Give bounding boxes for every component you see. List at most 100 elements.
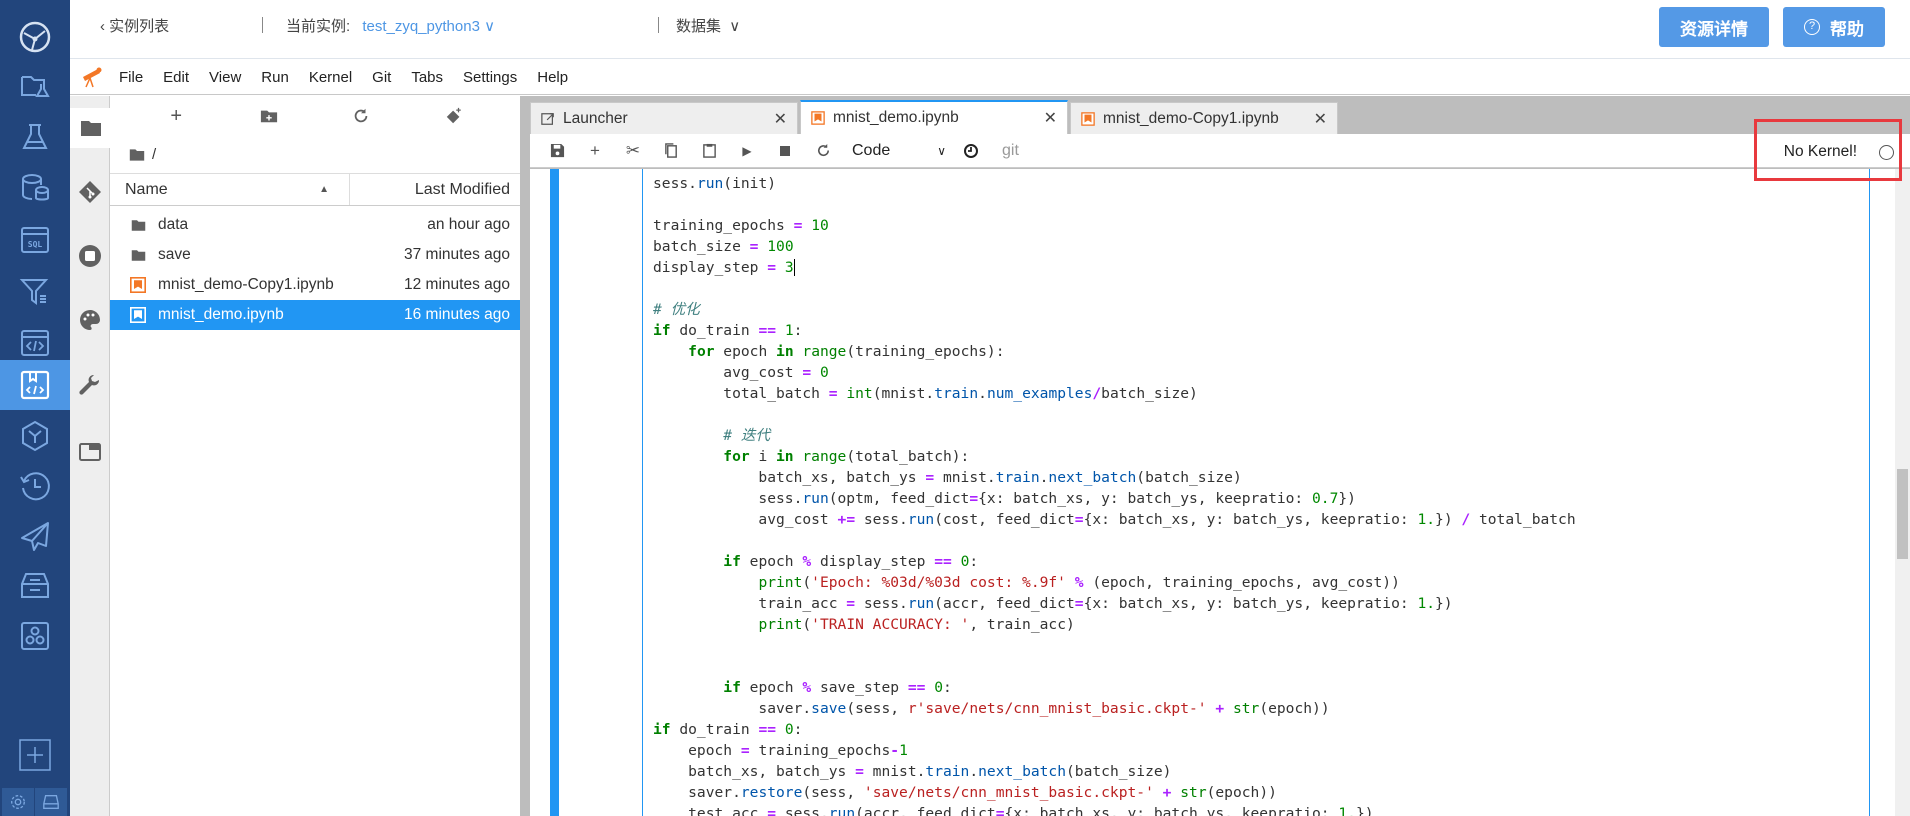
refresh-button[interactable] <box>346 101 376 131</box>
code-cell-editor[interactable]: sess.run(init) training_epochs = 10 batch… <box>642 169 1870 816</box>
close-icon[interactable]: ✕ <box>774 109 787 129</box>
activity-running[interactable] <box>70 236 110 276</box>
chevron-down-icon: ∨ <box>484 18 496 35</box>
copy-button[interactable] <box>652 136 690 166</box>
scrollbar-thumb[interactable] <box>1897 469 1908 559</box>
nav-logo[interactable] <box>0 12 70 62</box>
copy-icon <box>664 143 677 158</box>
help-button[interactable]: ? 帮助 <box>1783 7 1885 47</box>
column-name[interactable]: Name ▲ <box>110 174 350 205</box>
menu-run[interactable]: Run <box>251 69 299 86</box>
plus-icon: + <box>170 104 183 127</box>
nav-item-sql[interactable]: SQL <box>0 215 70 265</box>
nav-settings-button[interactable] <box>2 788 34 816</box>
cell-type-select[interactable]: Code ∨ <box>852 142 952 160</box>
current-instance-selector[interactable]: test_zyq_python3 ∨ <box>362 18 495 35</box>
nav-item-models[interactable] <box>0 411 70 461</box>
new-launcher-button[interactable]: + <box>161 101 191 131</box>
code-line: saver.restore(sess, 'save/nets/cnn_mnist… <box>653 784 1277 801</box>
file-row-data[interactable]: data an hour ago <box>110 210 520 240</box>
clock-button[interactable] <box>952 136 990 166</box>
activity-themes[interactable] <box>70 300 110 340</box>
notebook-icon <box>1081 111 1095 126</box>
file-row-mnist-demo[interactable]: mnist_demo.ipynb 16 minutes ago <box>110 300 520 330</box>
menu-file[interactable]: File <box>109 69 153 86</box>
git-clone-button[interactable] <box>439 101 469 131</box>
column-last-modified[interactable]: Last Modified <box>350 174 520 205</box>
file-modified: 37 minutes ago <box>404 246 510 263</box>
nav-storage-button[interactable] <box>35 788 67 816</box>
play-icon: ▶ <box>742 143 752 158</box>
folder-icon[interactable] <box>128 147 146 163</box>
resource-details-button[interactable]: 资源详情 <box>1659 7 1769 47</box>
scissors-icon: ✂ <box>625 140 641 160</box>
column-modified-label: Last Modified <box>414 180 510 198</box>
code-line: train_acc = sess.run(accr, feed_dict={x:… <box>653 595 1453 612</box>
nav-item-experiments[interactable] <box>0 112 70 162</box>
code-line: saver.save(sess, r'save/nets/cnn_mnist_b… <box>653 700 1330 717</box>
activity-tabs[interactable] <box>70 432 110 472</box>
current-instance-label: 当前实例: <box>286 18 351 35</box>
tab-launcher[interactable]: Launcher ✕ <box>530 102 798 134</box>
activity-tools[interactable] <box>70 366 110 406</box>
save-button[interactable] <box>538 136 576 166</box>
divider <box>262 17 263 33</box>
jupyter-logo <box>74 60 109 95</box>
close-icon[interactable]: ✕ <box>1044 108 1057 128</box>
stop-circle-icon <box>79 245 101 267</box>
kernel-idle-indicator-icon <box>1879 144 1894 160</box>
resource-details-label: 资源详情 <box>1680 19 1748 39</box>
menu-git[interactable]: Git <box>362 69 401 86</box>
menu-settings[interactable]: Settings <box>453 69 527 86</box>
file-browser-toolbar: + <box>110 96 520 136</box>
file-row-save[interactable]: save 37 minutes ago <box>110 240 520 270</box>
activity-git[interactable] <box>70 172 110 212</box>
git-button[interactable]: git <box>1002 142 1019 160</box>
menu-kernel[interactable]: Kernel <box>299 69 362 86</box>
kernel-status[interactable]: No Kernel! <box>1756 134 1904 170</box>
tab-mnist-demo[interactable]: mnist_demo.ipynb ✕ <box>800 100 1068 134</box>
nav-item-archive[interactable] <box>0 561 70 611</box>
paste-button[interactable] <box>690 136 728 166</box>
nav-item-history[interactable] <box>0 461 70 511</box>
menu-help[interactable]: Help <box>527 69 578 86</box>
left-navigation: SQL <box>0 0 70 816</box>
back-to-instance-list[interactable]: ‹ 实例列表 <box>100 15 169 36</box>
git-icon <box>79 181 101 203</box>
code-line: total_batch = int(mnist.train.num_exampl… <box>653 385 1198 402</box>
nav-item-data[interactable] <box>0 163 70 213</box>
nav-add-button[interactable] <box>0 730 70 780</box>
nav-item-deploy[interactable] <box>0 511 70 561</box>
nav-item-filter[interactable] <box>0 266 70 316</box>
chevron-left-icon: ‹ <box>100 18 105 35</box>
tab-mnist-demo-copy1[interactable]: mnist_demo-Copy1.ipynb ✕ <box>1070 102 1338 134</box>
insert-cell-button[interactable]: + <box>576 136 614 166</box>
breadcrumb-root[interactable]: / <box>152 146 156 163</box>
file-name: mnist_demo-Copy1.ipynb <box>158 276 334 293</box>
notebook-icon <box>811 111 825 125</box>
save-icon <box>550 143 564 158</box>
close-icon[interactable]: ✕ <box>1314 109 1327 129</box>
new-folder-button[interactable] <box>254 101 284 131</box>
vertical-scrollbar[interactable] <box>1895 169 1910 816</box>
nav-item-pipeline[interactable] <box>0 611 70 661</box>
nav-item-notebook[interactable] <box>0 360 70 410</box>
cut-button[interactable]: ✂ <box>614 136 652 166</box>
dataset-dropdown[interactable]: 数据集 ∨ <box>676 15 740 36</box>
activity-bar <box>70 96 111 816</box>
cube-icon <box>22 420 48 452</box>
activity-file-browser[interactable] <box>70 108 111 148</box>
menu-tabs[interactable]: Tabs <box>401 69 453 86</box>
menu-view[interactable]: View <box>199 69 251 86</box>
nav-item-project-files[interactable] <box>0 60 70 110</box>
interrupt-button[interactable] <box>766 136 804 166</box>
menu-edit[interactable]: Edit <box>153 69 199 86</box>
file-row-mnist-demo-copy1[interactable]: mnist_demo-Copy1.ipynb 12 minutes ago <box>110 270 520 300</box>
notebook-toolbar: + ✂ ▶ Code ∨ git No Kernel! <box>530 134 1910 168</box>
code-window-icon <box>21 330 49 356</box>
restart-button[interactable] <box>804 136 842 166</box>
run-button[interactable]: ▶ <box>728 136 766 166</box>
active-cell-indicator[interactable] <box>550 169 559 816</box>
code-content[interactable]: sess.run(init) training_epochs = 10 batch… <box>653 173 1576 816</box>
code-line: batch_xs, batch_ys = mnist.train.next_ba… <box>653 469 1242 486</box>
